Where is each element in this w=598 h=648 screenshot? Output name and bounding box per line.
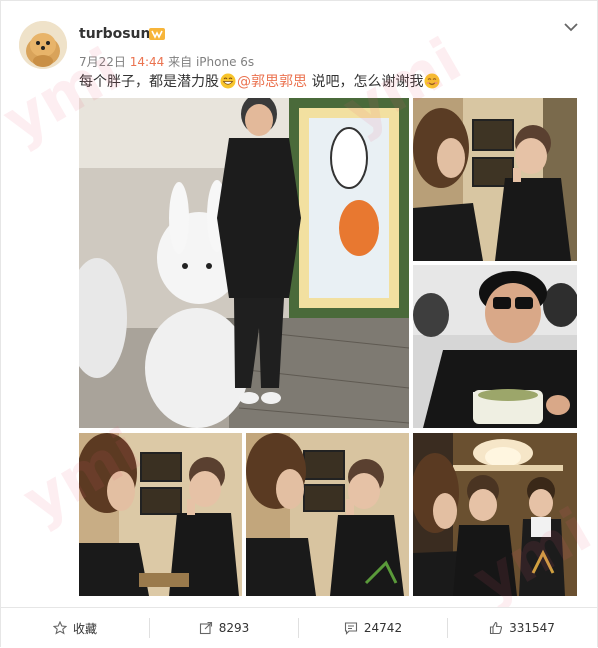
photo-5[interactable] [246,433,409,596]
favorite-label: 收藏 [72,621,97,636]
photo-4[interactable] [79,433,242,596]
post-text-before: 每个胖子，都是潜力股 [79,74,219,90]
photo-2-image [413,98,577,261]
repost-icon [199,621,212,635]
star-icon [52,621,67,635]
repost-button[interactable]: 8293 [150,608,298,648]
weibo-post-card: turbosun 7月22日 14:44 来自 iPhone 6s 每个胖子，都… [0,0,598,648]
comment-count: 24742 [363,621,403,635]
favorite-button[interactable]: 收藏 [1,608,149,648]
grin-emoji-icon [220,73,236,89]
avatar[interactable] [19,21,67,69]
comment-button[interactable]: 24742 [299,608,447,648]
photo-3-image [413,265,577,428]
photo-6[interactable] [413,433,577,596]
thumbs-up-icon [490,621,503,635]
photo-1-image [79,98,409,428]
photo-4-image [79,433,242,596]
post-date[interactable]: 7月22日 [79,55,126,69]
like-count: 331547 [509,621,555,635]
action-bar: 收藏 8293 24742 331547 [1,607,597,648]
photo-3[interactable] [413,265,577,428]
comment-icon [344,622,357,635]
like-button[interactable]: 331547 [448,608,596,648]
photo-6-image [413,433,577,596]
post-source: 来自 iPhone 6s [168,55,255,69]
repost-count: 8293 [218,621,250,635]
post-meta: 7月22日 14:44 来自 iPhone 6s [79,53,254,70]
smile-emoji-icon [424,73,440,89]
vip-badge-icon[interactable] [149,28,165,40]
photo-1[interactable] [79,98,409,428]
chevron-down-icon[interactable] [563,21,579,33]
post-time[interactable]: 14:44 [130,55,165,69]
mention-link[interactable]: @郭思郭思 [237,74,307,90]
post-text-after: 说吧，怎么谢谢我 [307,74,424,90]
post-text: 每个胖子，都是潜力股 @郭思郭思 说吧，怎么谢谢我 [79,73,441,91]
photo-5-image [246,433,409,596]
username[interactable]: turbosun [79,26,150,42]
avatar-dog-image [19,21,67,69]
photo-2[interactable] [413,98,577,261]
